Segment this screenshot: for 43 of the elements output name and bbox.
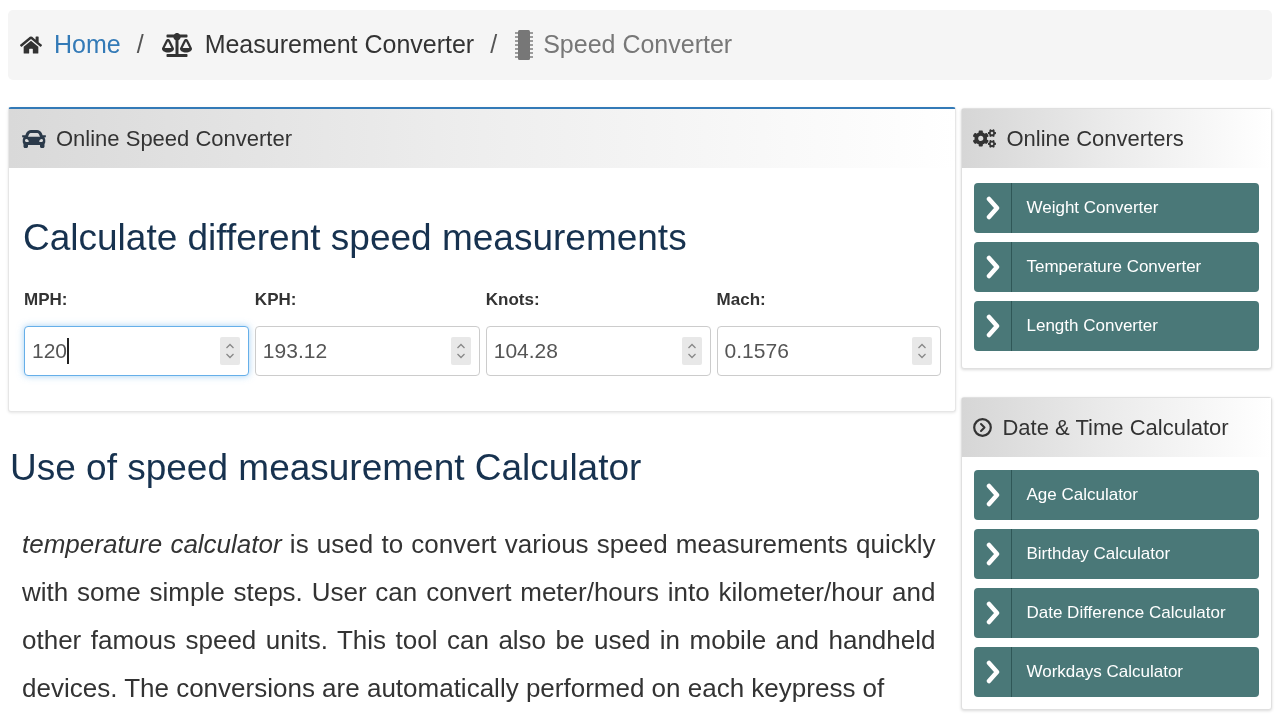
sidebar-link[interactable]: Date Difference Calculator	[974, 588, 1259, 638]
number-input[interactable]: 120	[24, 326, 249, 376]
article-heading: Use of speed measurement Calculator	[10, 446, 643, 490]
sidebar-link[interactable]: Workdays Calculator	[974, 647, 1259, 697]
sidebar-link[interactable]: Length Converter	[974, 301, 1259, 351]
chevron-right-icon	[986, 483, 1000, 507]
balance-scale-icon	[161, 30, 192, 60]
home-icon	[20, 34, 42, 56]
gears-icon	[973, 127, 997, 150]
spinner-arrows-icon[interactable]	[912, 337, 933, 365]
spinner-arrows-icon[interactable]	[219, 337, 240, 365]
panel-title: Online Converters	[1006, 125, 1184, 153]
article-paragraph: temperature calculator is used to convert various speed measurements quickly with some simple steps. User can convert meter/hours into kilometer/hour and other famous speed units. This tool can also be used in mobile and handheld devices. The conversions are automatically performed on each keypress of	[21, 528, 937, 705]
number-input[interactable]: 104.28	[485, 326, 711, 376]
chevron-right-icon	[986, 196, 1000, 220]
field-label: Knots:	[485, 289, 541, 311]
spinner-arrows-icon[interactable]	[450, 337, 471, 365]
field-label: KPH:	[254, 289, 298, 311]
breadcrumb-separator: /	[490, 29, 498, 61]
chevron-right-icon	[986, 660, 1000, 684]
number-input[interactable]: 193.12	[254, 326, 480, 376]
converter-heading: Calculate different speed measurements	[23, 216, 688, 260]
breadcrumb-link[interactable]: Home	[54, 26, 121, 64]
sidebar-link[interactable]: Temperature Converter	[974, 242, 1259, 292]
spinner-arrows-icon[interactable]	[681, 337, 702, 365]
breadcrumb-current: Speed Converter	[543, 29, 733, 61]
chevron-right-icon	[986, 542, 1000, 566]
chevron-circle-icon	[973, 418, 993, 437]
field-label: Mach:	[716, 289, 767, 311]
chevron-right-icon	[986, 601, 1000, 625]
field-label: MPH:	[24, 289, 69, 311]
sidebar-link[interactable]: Birthday Calculator	[974, 529, 1259, 579]
sidebar-link[interactable]: Weight Converter	[974, 183, 1259, 233]
microchip-icon	[515, 30, 534, 60]
panel-title: Online Speed Converter	[56, 125, 293, 153]
panel-title: Date & Time Calculator	[1002, 414, 1229, 442]
chevron-right-icon	[986, 255, 1000, 279]
text-cursor-icon	[67, 338, 69, 364]
number-input[interactable]: 0.1576	[716, 326, 942, 376]
chevron-right-icon	[986, 314, 1000, 338]
sidebar-link[interactable]: Age Calculator	[974, 470, 1259, 520]
breadcrumb-separator: /	[136, 29, 144, 61]
breadcrumb-link[interactable]: Measurement Converter	[204, 26, 475, 64]
